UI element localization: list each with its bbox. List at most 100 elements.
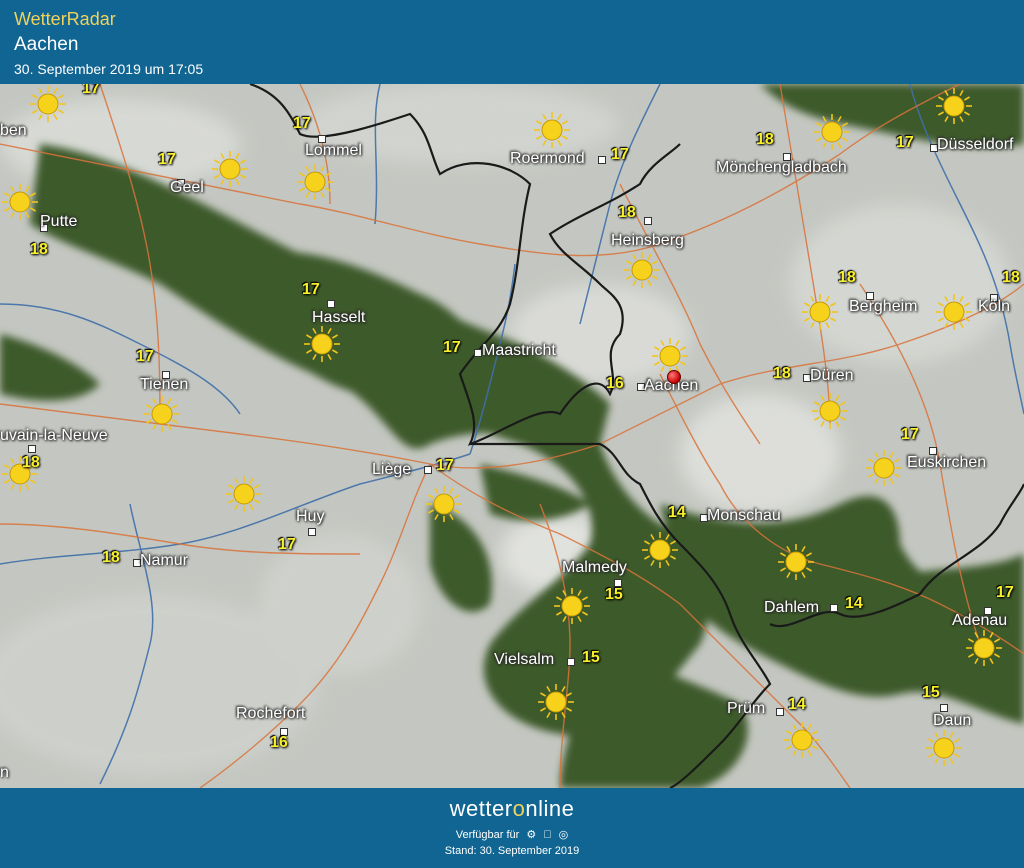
place-name-maastricht[interactable]: Maastricht — [482, 342, 556, 360]
place-name-koln[interactable]: Köln — [978, 298, 1010, 316]
sun-icon — [424, 484, 464, 524]
place-temp-rochefort: 16 — [270, 734, 288, 751]
place-temp-dusseldorf: 17 — [896, 134, 914, 151]
sun-icon — [782, 720, 822, 760]
place-name-louvain[interactable]: uvain-la-Neuve — [0, 427, 108, 445]
place-dot-louvain[interactable] — [28, 445, 36, 453]
place-dot-prum[interactable] — [776, 708, 784, 716]
place-name-monchengladbach[interactable]: Mönchengladbach — [716, 159, 847, 177]
place-dot-daun[interactable] — [940, 704, 948, 712]
sun-icon — [142, 394, 182, 434]
place-name-vielsalm[interactable]: Vielsalm — [494, 651, 554, 669]
place-name-adenau[interactable]: Adenau — [952, 612, 1007, 630]
place-temp-hasselt: 17 — [302, 281, 320, 298]
availability-label: Verfügbar für — [455, 829, 520, 841]
place-dot-hasselt[interactable] — [327, 300, 335, 308]
place-name-rochefort[interactable]: Rochefort — [236, 705, 305, 723]
place-dot-roermond[interactable] — [598, 156, 606, 164]
place-name-putte[interactable]: Putte — [40, 213, 77, 231]
sun-icon — [934, 86, 974, 126]
place-temp-daun: 15 — [922, 684, 940, 701]
place-name-dahlem[interactable]: Dahlem — [764, 599, 819, 617]
place-name-duren[interactable]: Düren — [810, 367, 854, 385]
place-dot-liege[interactable] — [424, 466, 432, 474]
place-name-roermond[interactable]: Roermond — [510, 150, 585, 168]
sun-icon — [964, 628, 1004, 668]
edge-label-left-top: ben — [0, 122, 27, 139]
sun-icon — [934, 292, 974, 332]
sun-icon — [0, 182, 40, 222]
place-name-prum[interactable]: Prüm — [727, 700, 765, 718]
sun-icon — [640, 530, 680, 570]
footer: wetteronline Verfügbar für ⚙  ◎ Stand: … — [0, 788, 1024, 868]
place-name-euskirchen[interactable]: Euskirchen — [907, 454, 986, 472]
radar-map[interactable]: Lommel 17 Geel 17 Putte 18 Hasselt 17 Tienen 17 uv… — [0, 84, 1024, 788]
place-temp-liege: 17 — [436, 457, 454, 474]
place-name-monschau[interactable]: Monschau — [707, 507, 781, 525]
sun-icon — [210, 149, 250, 189]
sun-icon — [776, 542, 816, 582]
place-temp-lommel: 17 — [293, 115, 311, 132]
sun-icon — [810, 391, 850, 431]
place-name-hasselt[interactable]: Hasselt — [312, 309, 365, 327]
place-temp-adenau: 17 — [996, 584, 1014, 601]
place-name-lommel[interactable]: Lommel — [305, 142, 362, 160]
place-temp-bergheim: 18 — [838, 269, 856, 286]
city-name: Aachen — [14, 34, 79, 55]
sun-icon — [302, 324, 342, 364]
place-temp-duren: 18 — [773, 365, 791, 382]
place-temp-monschau: 14 — [668, 504, 686, 521]
availability-line: Verfügbar für ⚙  ◎ — [0, 828, 1024, 841]
sun-icon — [224, 474, 264, 514]
place-temp-namur: 18 — [102, 549, 120, 566]
sun-icon — [924, 728, 964, 768]
sun-icon — [812, 112, 852, 152]
place-dot-dahlem[interactable] — [830, 604, 838, 612]
place-name-huy[interactable]: Huy — [296, 508, 324, 526]
place-name-bergheim[interactable]: Bergheim — [849, 298, 917, 316]
edge-label-left-bottom: n — [0, 764, 9, 781]
android-icon[interactable]: ⚙ — [526, 828, 536, 841]
place-name-namur[interactable]: Namur — [140, 552, 188, 570]
place-temp-euskirchen: 17 — [901, 426, 919, 443]
sun-icon — [295, 162, 335, 202]
brand-logo[interactable]: wetteronline — [0, 796, 1024, 822]
app-frame: WetterRadar Aachen 30. September 2019 um… — [0, 0, 1024, 868]
sun-icon — [622, 250, 662, 290]
web-icon[interactable]: ◎ — [559, 828, 569, 841]
place-name-dusseldorf[interactable]: Düsseldorf — [937, 136, 1013, 154]
place-temp-huy: 17 — [278, 536, 296, 553]
place-name-tienen[interactable]: Tienen — [140, 376, 188, 394]
place-temp-prum: 14 — [788, 696, 806, 713]
apple-icon[interactable]:  — [543, 829, 551, 841]
place-name-malmedy[interactable]: Malmedy — [562, 559, 627, 577]
place-temp-heinsberg: 18 — [618, 204, 636, 221]
place-name-heinsberg[interactable]: Heinsberg — [611, 232, 684, 250]
sun-icon — [864, 448, 904, 488]
edge-temp-top: 17 — [82, 84, 100, 97]
location-pin-icon[interactable] — [667, 370, 681, 384]
place-dot-heinsberg[interactable] — [644, 217, 652, 225]
place-temp-maastricht: 17 — [443, 339, 461, 356]
sun-icon — [552, 586, 592, 626]
place-dot-huy[interactable] — [308, 528, 316, 536]
place-temp-louvain: 18 — [22, 454, 40, 471]
sun-icon — [532, 110, 572, 150]
place-temp-dahlem: 14 — [845, 595, 863, 612]
map-base — [0, 84, 1024, 788]
place-name-geel[interactable]: Geel — [170, 179, 204, 197]
place-dot-maastricht[interactable] — [474, 349, 482, 357]
brand-suffix: nline — [525, 796, 575, 821]
sun-icon — [800, 292, 840, 332]
brand-o: o — [512, 796, 526, 821]
data-stand: Stand: 30. September 2019 — [444, 845, 580, 857]
place-temp-putte: 18 — [30, 241, 48, 258]
place-dot-vielsalm[interactable] — [567, 658, 575, 666]
place-temp-roermond: 17 — [611, 146, 629, 163]
place-temp-tienen: 17 — [136, 348, 154, 365]
sun-icon — [536, 682, 576, 722]
radar-timestamp: 30. September 2019 um 17:05 — [14, 61, 204, 77]
place-name-daun[interactable]: Daun — [933, 712, 971, 730]
place-name-liege[interactable]: Liège — [372, 461, 411, 479]
app-title: WetterRadar — [14, 9, 116, 29]
